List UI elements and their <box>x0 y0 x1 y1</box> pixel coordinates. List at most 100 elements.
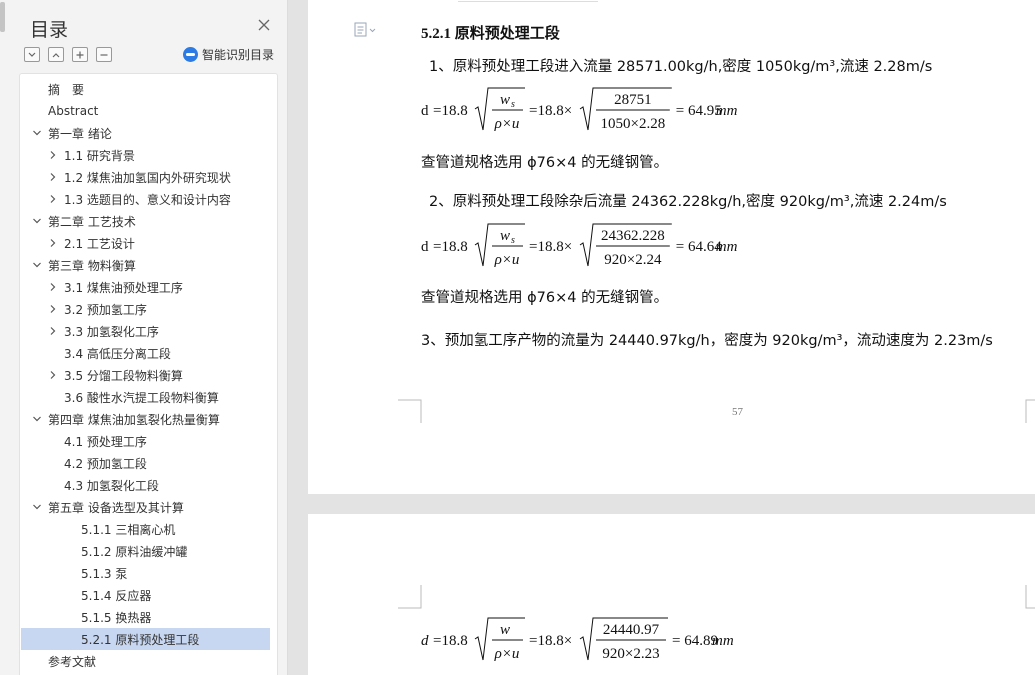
toc-item[interactable]: 3.2 预加氢工序 <box>21 298 270 320</box>
toc-item[interactable]: 摘 要 <box>21 78 270 100</box>
previous-line-fragment <box>458 0 598 2</box>
chevron-right-icon[interactable] <box>48 370 58 380</box>
toc-item-label: 5.1.5 换热器 <box>81 610 152 625</box>
formula-2: d =18.8w sρ×u=18.8×24362.228920×2.24= 64.6… <box>421 223 738 268</box>
formula-coefficient: =18.8 <box>433 633 468 649</box>
chevron-right-icon[interactable] <box>48 326 58 336</box>
toc-item[interactable]: 4.2 预加氢工段 <box>21 452 270 474</box>
toc-item[interactable]: 3.5 分馏工段物料衡算 <box>21 364 270 386</box>
document-page: d =18.8 w ρ×u =18.8× 24440.97 920×2.23 = 64.89 m… <box>308 514 1035 675</box>
formula-denominator: 1050×2.28 <box>601 116 666 132</box>
toc-item-label: 4.2 预加氢工段 <box>64 456 147 471</box>
formula-numerator: w <box>500 622 510 638</box>
formula-coefficient: =18.8× <box>529 103 572 119</box>
formula-denominator: 920×2.23 <box>602 646 659 662</box>
formula-denominator: ρ×u <box>494 116 520 132</box>
toc-item[interactable]: 5.1.1 三相离心机 <box>21 518 270 540</box>
toc-item[interactable]: Abstract <box>21 100 270 122</box>
toc-item[interactable]: 1.1 研究背景 <box>21 144 270 166</box>
toc-list: 摘 要 Abstract 第一章 绪论 1.1 研究背景 1.2 煤焦油加氢国内外研究现… <box>19 73 278 675</box>
toc-item[interactable]: 第五章 设备选型及其计算 <box>21 496 270 518</box>
toc-item-label: 摘 要 <box>48 82 85 97</box>
toc-sidebar: 目录 智能识别目录 摘 要 Abstract 第一章 绪论 1.1 研究背景 1.2 煤… <box>0 0 288 675</box>
formula-subscript: s <box>511 99 515 110</box>
paragraph-menu-icon[interactable] <box>354 22 378 38</box>
toc-item[interactable]: 5.1.5 换热器 <box>21 606 270 628</box>
toc-item-label: 3.5 分馏工段物料衡算 <box>64 368 183 383</box>
toc-item-label: 1.3 选题目的、意义和设计内容 <box>64 192 231 207</box>
section-heading: 5.2.1 原料预处理工段 <box>421 26 560 42</box>
toc-item[interactable]: 3.4 高低压分离工段 <box>21 342 270 364</box>
chevron-down-icon[interactable] <box>32 502 42 512</box>
toc-item-label: 1.1 研究背景 <box>64 148 135 163</box>
smart-toc-button[interactable]: 智能识别目录 <box>183 46 274 63</box>
toc-item[interactable]: 4.1 预处理工序 <box>21 430 270 452</box>
toc-item[interactable]: 第一章 绪论 <box>21 122 270 144</box>
formula-3: d =18.8wρ×u=18.8×24440.97920×2.23= 64.89m… <box>421 617 734 662</box>
smart-toc-icon <box>183 47 198 62</box>
formula-numerator: 24362.228 <box>601 228 665 244</box>
toc-item-label: 5.1.2 原料油缓冲罐 <box>81 544 188 559</box>
toc-item-label: 5.1.4 反应器 <box>81 588 152 603</box>
page-corner-mark <box>398 585 422 609</box>
formula-coefficient: =18.8× <box>529 633 572 649</box>
expand-plus-icon[interactable] <box>72 47 88 62</box>
formula-denominator: 920×2.24 <box>604 252 662 268</box>
chevron-right-icon[interactable] <box>48 304 58 314</box>
chevron-right-icon[interactable] <box>48 238 58 248</box>
document-view[interactable]: 5.2.1 原料预处理工段 1、原料预处理工段进入流量 28571.00kg/h… <box>308 0 1035 675</box>
chevron-right-icon[interactable] <box>48 172 58 182</box>
page-corner-mark <box>1025 585 1035 609</box>
formula-coefficient: =18.8 <box>433 103 468 119</box>
toc-item[interactable]: 5.1.3 泵 <box>21 562 270 584</box>
toc-item[interactable]: 参考文献 <box>21 650 270 672</box>
toc-item-label: 第一章 绪论 <box>48 126 112 141</box>
document-page: 5.2.1 原料预处理工段 1、原料预处理工段进入流量 28571.00kg/h… <box>308 0 1035 494</box>
toc-item-label: 1.2 煤焦油加氢国内外研究现状 <box>64 170 231 185</box>
chevron-up-icon[interactable] <box>48 47 64 62</box>
formula-coefficient: =18.8 <box>433 239 468 255</box>
toc-title: 目录 <box>30 19 69 41</box>
chevron-down-icon[interactable] <box>32 128 42 138</box>
formula-unit: mm <box>712 633 734 649</box>
toc-item[interactable]: 5.1.4 反应器 <box>21 584 270 606</box>
chevron-down-icon[interactable] <box>32 216 42 226</box>
toc-item[interactable]: 1.3 选题目的、意义和设计内容 <box>21 188 270 210</box>
toc-item[interactable]: 1.2 煤焦油加氢国内外研究现状 <box>21 166 270 188</box>
toc-item[interactable]: 第三章 物料衡算 <box>21 254 270 276</box>
toc-item[interactable]: 4.3 加氢裂化工段 <box>21 474 270 496</box>
toc-item-label: 3.3 加氢裂化工序 <box>64 324 159 339</box>
paragraph-1: 1、原料预处理工段进入流量 28571.00kg/h,密度 1050kg/m³,… <box>429 59 933 75</box>
chevron-right-icon[interactable] <box>48 150 58 160</box>
collapse-down-icon[interactable] <box>24 47 40 62</box>
formula-coefficient: =18.8× <box>529 239 572 255</box>
smart-toc-label: 智能识别目录 <box>202 48 275 62</box>
toc-item[interactable]: 3.6 酸性水汽提工段物料衡算 <box>21 386 270 408</box>
toc-item[interactable]: 第二章 工艺技术 <box>21 210 270 232</box>
collapse-minus-icon[interactable] <box>96 47 112 62</box>
toc-item[interactable]: 5.1.2 原料油缓冲罐 <box>21 540 270 562</box>
page-corner-mark <box>398 399 422 423</box>
close-icon[interactable] <box>256 17 272 33</box>
toc-item-label: Abstract <box>48 104 99 118</box>
chevron-right-icon[interactable] <box>48 282 58 292</box>
formula-numerator: w <box>500 92 510 108</box>
formula-numerator: w <box>500 228 510 244</box>
toc-item-label: 5.1.3 泵 <box>81 566 128 581</box>
paragraph-2: 2、原料预处理工段除杂后流量 24362.228kg/h,密度 920kg/m³… <box>429 194 947 210</box>
toc-item[interactable]: 第四章 煤焦油加氢裂化热量衡算 <box>21 408 270 430</box>
toc-item[interactable]: 2.1 工艺设计 <box>21 232 270 254</box>
toc-item-label: 3.2 预加氢工序 <box>64 302 147 317</box>
toc-item-label: 2.1 工艺设计 <box>64 236 135 251</box>
toc-item[interactable]: 3.1 煤焦油预处理工序 <box>21 276 270 298</box>
toc-item-label: 第四章 煤焦油加氢裂化热量衡算 <box>48 412 220 427</box>
pipe-spec-2: 查管道规格选用 ϕ76×4 的无缝钢管。 <box>421 290 669 306</box>
toc-item[interactable]: 5.2.1 原料预处理工段 <box>21 628 270 650</box>
toc-item[interactable]: 3.3 加氢裂化工序 <box>21 320 270 342</box>
formula-lhs: d <box>421 239 429 255</box>
chevron-down-icon[interactable] <box>32 260 42 270</box>
toc-item-label: 5.1.1 三相离心机 <box>81 522 176 537</box>
chevron-right-icon[interactable] <box>48 194 58 204</box>
chevron-down-icon[interactable] <box>32 414 42 424</box>
formula-denominator: ρ×u <box>494 646 520 662</box>
